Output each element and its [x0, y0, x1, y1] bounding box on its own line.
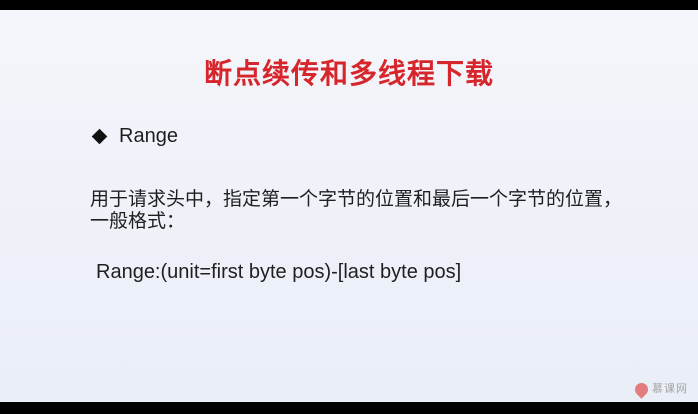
bullet-item: Range	[91, 122, 178, 150]
diamond-bullet-icon	[91, 128, 108, 144]
slide: 断点续传和多线程下载 Range 用于请求头中，指定第一个字节的位置和最后一个字…	[0, 10, 698, 402]
watermark: 慕课网	[632, 379, 688, 399]
bullet-label: Range	[119, 125, 178, 147]
video-frame: 断点续传和多线程下载 Range 用于请求头中，指定第一个字节的位置和最后一个字…	[0, 0, 698, 414]
watermark-text: 慕课网	[652, 382, 688, 395]
flame-logo-icon	[632, 379, 651, 399]
description-text: 用于请求头中，指定第一个字节的位置和最后一个字节的位置， 一般格式：	[90, 188, 623, 232]
slide-title: 断点续传和多线程下载	[203, 57, 494, 90]
range-format-text: Range:(unit=first byte pos)-[last byte p…	[96, 261, 462, 283]
